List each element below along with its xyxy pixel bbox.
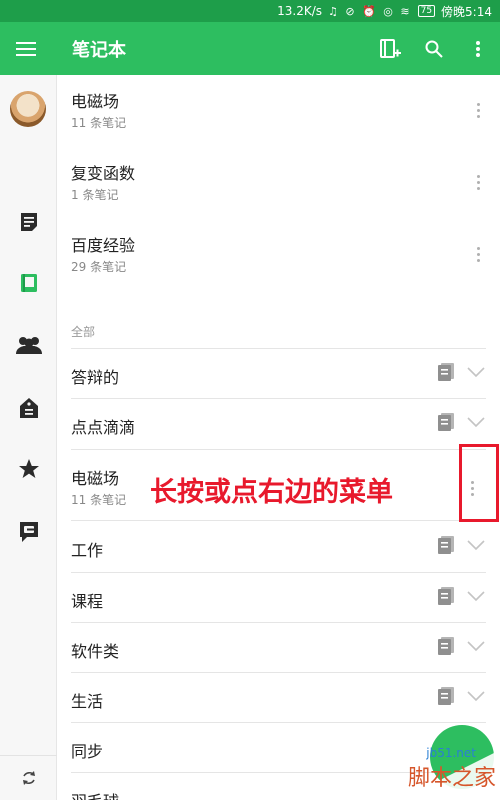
list-item[interactable]: 课程	[71, 573, 486, 623]
list-item[interactable]: 工作	[71, 521, 486, 573]
app-bar: 笔记本	[0, 22, 500, 75]
list-item[interactable]: 复变函数 1 条笔记	[71, 147, 486, 219]
stack-icon[interactable]	[436, 412, 456, 432]
overflow-menu-button[interactable]	[456, 22, 500, 75]
watermark-url: jb51.net	[426, 746, 476, 760]
stack-icon[interactable]	[436, 362, 456, 382]
menu-button[interactable]	[0, 22, 52, 75]
more-vert-icon[interactable]	[470, 247, 486, 262]
notebook-count: 29 条笔记	[71, 260, 127, 274]
notebook-name: 羽毛球	[71, 788, 119, 800]
clock: 傍晚5:14	[441, 4, 492, 19]
chevron-down-icon[interactable]	[466, 686, 486, 706]
chevron-down-icon[interactable]	[466, 362, 486, 382]
more-vert-icon[interactable]	[470, 175, 486, 190]
stack-icon[interactable]	[436, 686, 456, 706]
list-item[interactable]: 电磁场 11 条笔记	[71, 75, 486, 147]
search-icon	[425, 40, 443, 58]
new-notebook-icon	[380, 38, 401, 58]
status-icons: ♫ ⊘ ⏰ ◎ ≋	[328, 4, 412, 18]
notebook-count: 11 条笔记	[71, 493, 127, 507]
more-vert-icon[interactable]	[470, 103, 486, 118]
hamburger-icon	[16, 41, 36, 56]
watermark: jb51.net 脚本之家	[360, 730, 500, 800]
rail-notebooks[interactable]	[0, 263, 57, 303]
star-icon	[18, 459, 39, 478]
notebook-count: 1 条笔记	[71, 188, 119, 202]
stack-icon[interactable]	[436, 586, 456, 606]
stack-icon[interactable]	[436, 636, 456, 656]
chevron-down-icon[interactable]	[466, 535, 486, 555]
notebook-name: 点点滴滴	[71, 418, 136, 437]
more-vert-icon	[476, 40, 480, 57]
annotation-text: 长按或点右边的菜单	[150, 477, 393, 508]
rail-shared[interactable]	[0, 325, 57, 365]
list-item[interactable]: 百度经验 29 条笔记	[71, 219, 486, 291]
avatar[interactable]	[10, 91, 46, 127]
section-label: 全部	[71, 325, 96, 339]
highlight-box	[459, 444, 499, 522]
chevron-down-icon[interactable]	[466, 636, 486, 656]
list-item[interactable]: 软件类	[71, 623, 486, 673]
notebook-name: 电磁场	[71, 92, 120, 111]
notebook-list: 电磁场 11 条笔记 复变函数 1 条笔记 百度经验 29 条笔记 全部 答辩的	[57, 75, 500, 800]
rail-tags[interactable]	[0, 388, 57, 428]
notebook-name: 同步	[71, 742, 104, 761]
list-item[interactable]: 答辩的	[71, 349, 486, 399]
network-speed: 13.2K/s	[277, 4, 323, 18]
notebook-name: 课程	[71, 592, 104, 611]
tag-icon	[19, 398, 38, 418]
notebook-name: 答辩的	[71, 368, 120, 387]
search-button[interactable]	[412, 22, 456, 75]
new-notebook-button[interactable]	[368, 22, 412, 75]
list-item[interactable]: 点点滴滴	[71, 399, 486, 450]
chevron-down-icon[interactable]	[466, 586, 486, 606]
chat-icon	[19, 522, 38, 542]
notebook-name: 复变函数	[71, 164, 136, 183]
notebook-name: 工作	[71, 541, 104, 560]
page-title: 笔记本	[72, 39, 126, 61]
sync-icon	[22, 771, 35, 785]
people-icon	[15, 337, 42, 354]
notebook-name: 百度经验	[71, 236, 136, 255]
rail-shortcuts[interactable]	[0, 449, 57, 489]
note-icon	[20, 213, 37, 231]
list-item[interactable]: 生活	[71, 673, 486, 723]
sync-button[interactable]	[0, 755, 57, 800]
watermark-text: 脚本之家	[407, 766, 496, 791]
nav-rail	[0, 75, 57, 800]
status-bar: 13.2K/s ♫ ⊘ ⏰ ◎ ≋ 75 傍晚5:14	[0, 0, 500, 22]
notebook-name: 软件类	[71, 642, 120, 661]
chevron-down-icon[interactable]	[466, 412, 486, 432]
notebook-name: 生活	[71, 692, 104, 711]
notebook-name: 电磁场	[71, 469, 120, 488]
notebook-count: 11 条笔记	[71, 116, 127, 130]
rail-notes[interactable]	[0, 202, 57, 242]
stack-icon[interactable]	[436, 535, 456, 555]
notebook-icon	[20, 274, 37, 292]
notebook-screen: 13.2K/s ♫ ⊘ ⏰ ◎ ≋ 75 傍晚5:14 笔记本 电磁场 11 条…	[0, 0, 500, 800]
rail-work-chat[interactable]	[0, 512, 57, 552]
battery-icon: 75	[417, 5, 436, 17]
